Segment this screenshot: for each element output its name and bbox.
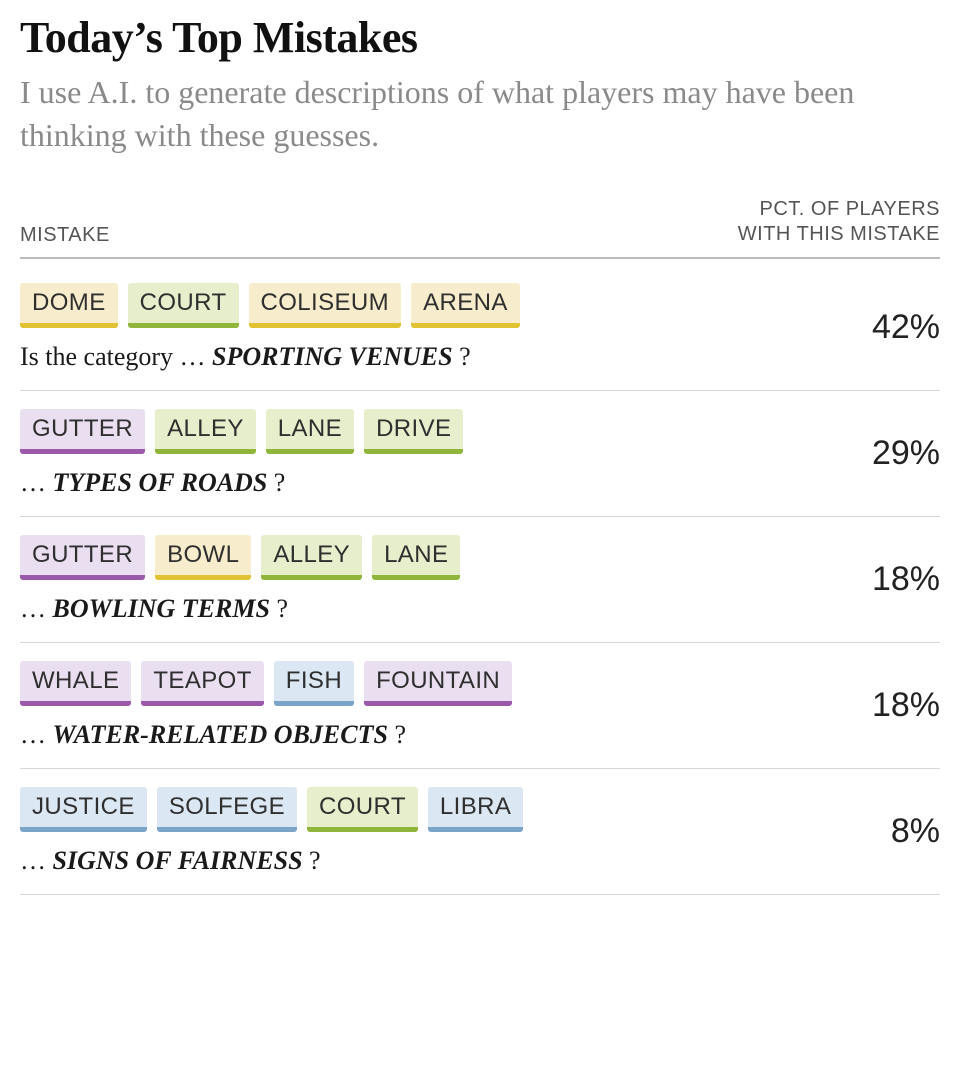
pct-value: 18% [810,686,940,725]
guess-category: SPORTING VENUES [212,342,453,371]
word-chip: LANE [372,535,460,580]
mistakes-panel: Today’s Top Mistakes I use A.I. to gener… [0,0,960,935]
guess-suffix: ? [303,846,321,875]
word-chip: COURT [307,787,418,832]
word-chip: FISH [274,661,354,706]
guess-line: … SIGNS OF FAIRNESS ? [20,846,810,876]
word-chip: GUTTER [20,535,145,580]
chip-group: GUTTERBOWLALLEYLANE [20,535,810,580]
header-mistake: MISTAKE [20,224,110,247]
header-pct: PCT. OF PLAYERS WITH THIS MISTAKE [738,197,940,247]
word-chip: SOLFEGE [157,787,297,832]
header-pct-line1: PCT. OF PLAYERS [759,198,940,220]
row-left: GUTTERBOWLALLEYLANE … BOWLING TERMS ? [20,535,810,624]
word-chip: COURT [128,283,239,328]
guess-suffix: ? [453,342,471,371]
guess-prefix: … [20,846,53,875]
word-chip: BOWL [155,535,251,580]
table-header: MISTAKE PCT. OF PLAYERS WITH THIS MISTAK… [20,197,940,259]
row-left: DOMECOURTCOLISEUMARENA Is the category … … [20,283,810,372]
word-chip: ALLEY [155,409,256,454]
word-chip: ALLEY [261,535,362,580]
table-row: GUTTERALLEYLANEDRIVE… TYPES OF ROADS ?29… [20,391,940,517]
word-chip: DRIVE [364,409,463,454]
word-chip: FOUNTAIN [364,661,512,706]
word-chip: GUTTER [20,409,145,454]
row-left: JUSTICESOLFEGECOURTLIBRA … SIGNS OF FAIRN… [20,787,810,876]
guess-line: … TYPES OF ROADS ? [20,468,810,498]
word-chip: ARENA [411,283,520,328]
word-chip: JUSTICE [20,787,147,832]
word-chip: TEAPOT [141,661,263,706]
chip-group: WHALETEAPOTFISHFOUNTAIN [20,661,810,706]
guess-category: TYPES OF ROADS [53,468,268,497]
pct-value: 8% [810,812,940,851]
page-title: Today’s Top Mistakes [20,12,940,63]
page-subtitle: I use A.I. to generate descriptions of w… [20,71,940,157]
guess-prefix: … [20,468,53,497]
word-chip: LANE [266,409,354,454]
table-row: GUTTERBOWLALLEYLANE… BOWLING TERMS ?18% [20,517,940,643]
guess-suffix: ? [388,720,406,749]
guess-category: WATER-RELATED OBJECTS [53,720,388,749]
guess-suffix: ? [267,468,285,497]
guess-prefix: Is the category … [20,342,212,371]
word-chip: WHALE [20,661,131,706]
chip-group: GUTTERALLEYLANEDRIVE [20,409,810,454]
pct-value: 29% [810,434,940,473]
word-chip: LIBRA [428,787,523,832]
pct-value: 42% [810,308,940,347]
pct-value: 18% [810,560,940,599]
table-row: DOMECOURTCOLISEUMARENA Is the category … … [20,265,940,391]
guess-prefix: … [20,720,53,749]
row-left: WHALETEAPOTFISHFOUNTAIN … WATER-RELATED O… [20,661,810,750]
guess-suffix: ? [270,594,288,623]
header-pct-line2: WITH THIS MISTAKE [738,223,940,245]
table-body: DOMECOURTCOLISEUMARENAIs the category … … [20,265,940,895]
table-row: JUSTICESOLFEGECOURTLIBRA … SIGNS OF FAIRN… [20,769,940,895]
guess-category: SIGNS OF FAIRNESS [53,846,303,875]
guess-line: … BOWLING TERMS ? [20,594,810,624]
guess-line: … WATER-RELATED OBJECTS ? [20,720,810,750]
guess-line: Is the category … SPORTING VENUES ? [20,342,810,372]
word-chip: COLISEUM [249,283,402,328]
guess-prefix: … [20,594,53,623]
guess-category: BOWLING TERMS [53,594,270,623]
table-row: WHALETEAPOTFISHFOUNTAIN … WATER-RELATED O… [20,643,940,769]
word-chip: DOME [20,283,118,328]
chip-group: DOMECOURTCOLISEUMARENA [20,283,810,328]
row-left: GUTTERALLEYLANEDRIVE … TYPES OF ROADS ? [20,409,810,498]
chip-group: JUSTICESOLFEGECOURTLIBRA [20,787,810,832]
